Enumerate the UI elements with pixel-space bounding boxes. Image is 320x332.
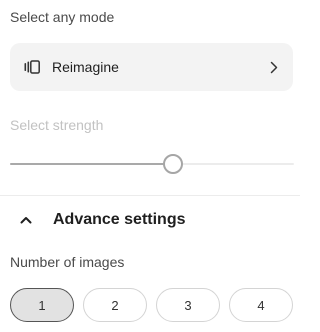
image-count-option-3[interactable]: 3	[156, 288, 220, 322]
advance-settings-title: Advance settings	[53, 211, 186, 228]
mode-section-label: Select any mode	[10, 9, 115, 25]
strength-section-label: Select strength	[10, 117, 104, 133]
section-divider	[0, 195, 300, 196]
chevron-right-icon	[269, 60, 279, 74]
chevron-up-icon	[19, 215, 33, 225]
strength-slider[interactable]	[10, 154, 294, 174]
image-count-option-2[interactable]: 2	[83, 288, 147, 322]
slider-thumb[interactable]	[163, 154, 183, 174]
advance-settings-toggle[interactable]: Advance settings	[10, 205, 293, 235]
slider-fill	[10, 163, 172, 165]
image-count-options: 1 2 3 4	[10, 288, 294, 322]
selected-mode-label: Reimagine	[52, 59, 119, 75]
carousel-icon	[24, 60, 42, 74]
image-count-option-1[interactable]: 1	[10, 288, 74, 322]
image-count-option-4[interactable]: 4	[229, 288, 293, 322]
mode-select[interactable]: Reimagine	[10, 43, 293, 91]
image-count-label: Number of images	[10, 254, 125, 270]
